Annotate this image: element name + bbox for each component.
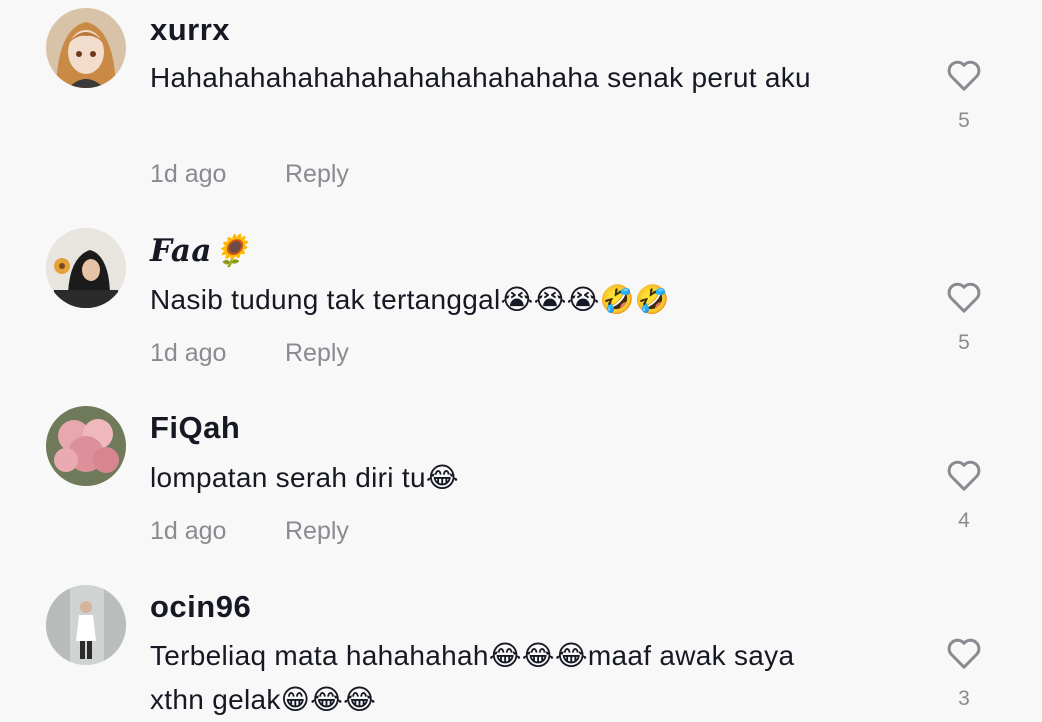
like-count: 3 [958,687,970,710]
username[interactable]: xurrx [150,12,230,48]
avatar[interactable] [46,585,126,665]
like-button[interactable] [944,55,984,95]
comment-text: lompatan serah diri tu😂 [150,462,459,493]
username[interactable]: ocin96 [150,589,251,625]
timestamp: 1d ago [150,517,227,545]
username[interactable]: Faa🌻 [150,232,251,269]
like-button[interactable] [944,277,984,317]
comment-text: Hahahahahahahahahahahahahaha senak perut… [150,62,811,93]
pink-flowers-avatar [46,406,126,486]
reply-button[interactable]: Reply [285,517,349,546]
like-count: 4 [958,509,970,532]
like-button[interactable] [944,455,984,495]
avatar[interactable] [46,8,126,88]
reply-button[interactable]: Reply [285,160,349,189]
standing-person-avatar [46,585,126,665]
comment-text: Nasib tudung tak tertanggal😭😭😭🤣🤣 [150,284,670,315]
like-count: 5 [958,331,970,354]
heart-outline-icon [947,638,981,669]
comment-text: Terbeliaq mata hahahahah😂😂😂maaf awak say… [150,640,795,715]
like-button[interactable] [944,633,984,673]
heart-outline-icon [947,460,981,491]
timestamp: 1d ago [150,339,227,367]
heart-outline-icon [947,60,981,91]
avatar[interactable] [46,406,126,486]
username[interactable]: FiQah [150,410,240,446]
heart-outline-icon [947,282,981,313]
timestamp: 1d ago [150,160,227,188]
avatar[interactable] [46,228,126,308]
like-count: 5 [958,109,970,132]
reply-button[interactable]: Reply [285,339,349,368]
anime-girl-avatar [46,8,126,88]
hijab-woman-avatar [46,228,126,308]
